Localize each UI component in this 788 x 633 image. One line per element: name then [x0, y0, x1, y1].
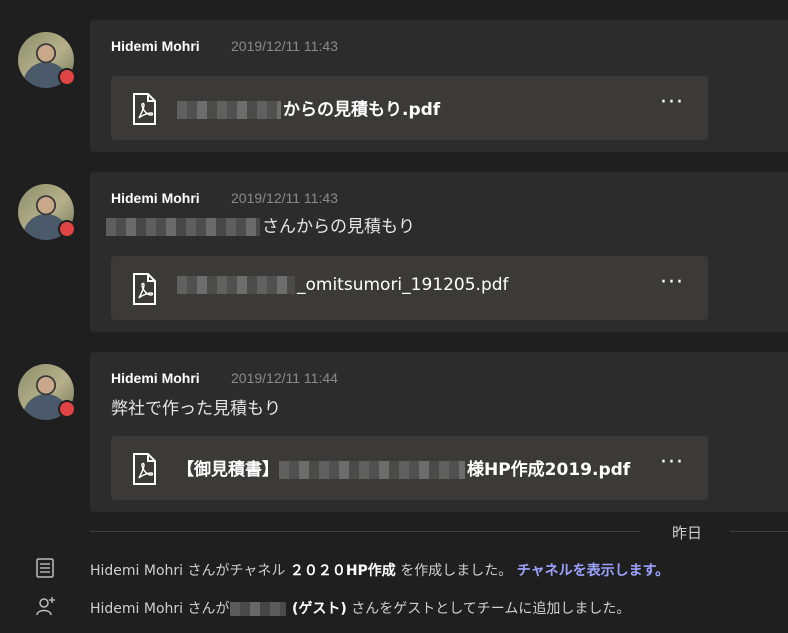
system-message-guest-added: Hidemi Mohri さんが (ゲスト) さんをゲストとしてチームに追加しま… [0, 591, 788, 621]
file-attachment[interactable]: 【御見積書】 様HP作成2019.pdf ··· [111, 436, 708, 500]
redacted-text [229, 602, 286, 616]
file-name[interactable]: からの見積もり.pdf [177, 95, 440, 120]
message-card: Hidemi Mohri 2019/12/11 11:43 さんからの見積もり … [90, 172, 788, 332]
presence-busy-icon [58, 68, 76, 86]
message-card: Hidemi Mohri 2019/12/11 11:43 からの見積もり.pd… [90, 20, 788, 152]
system-message-channel-created: Hidemi Mohri さんがチャネル ２０２０HP作成 を作成しました。 チ… [0, 553, 788, 583]
presence-busy-icon [58, 220, 76, 238]
author-name[interactable]: Hidemi Mohri [111, 190, 200, 206]
pdf-file-icon [133, 453, 156, 485]
message-text: 弊社で作った見積もり [111, 399, 281, 419]
more-options-button[interactable]: ··· [660, 270, 684, 295]
pdf-file-icon [133, 273, 156, 305]
file-attachment[interactable]: _omitsumori_191205.pdf ··· [111, 256, 708, 320]
timestamp: 2019/12/11 11:43 [231, 190, 338, 206]
redacted-text [177, 276, 295, 294]
date-divider-line [90, 531, 640, 532]
date-divider-line [730, 531, 788, 532]
file-name[interactable]: 【御見積書】 様HP作成2019.pdf [177, 455, 630, 480]
show-channel-link[interactable]: チャネルを表示します。 [517, 563, 669, 579]
redacted-text [106, 218, 260, 236]
timestamp: 2019/12/11 11:43 [231, 38, 338, 54]
avatar[interactable] [18, 364, 76, 420]
presence-busy-icon [58, 400, 76, 418]
more-options-button[interactable]: ··· [660, 450, 684, 475]
timestamp: 2019/12/11 11:44 [231, 370, 338, 386]
system-message-text: Hidemi Mohri さんがチャネル ２０２０HP作成 を作成しました。 チ… [90, 563, 670, 579]
redacted-text [279, 461, 465, 479]
more-options-button[interactable]: ··· [660, 90, 684, 115]
file-attachment[interactable]: からの見積もり.pdf ··· [111, 76, 708, 140]
avatar[interactable] [18, 184, 76, 240]
add-guest-icon [36, 597, 55, 616]
system-message-text: Hidemi Mohri さんが (ゲスト) さんをゲストとしてチームに追加しま… [90, 601, 631, 617]
date-divider-label: 昨日 [672, 524, 703, 542]
message-text: さんからの見積もり [106, 212, 415, 237]
message-card: Hidemi Mohri 2019/12/11 11:44 弊社で作った見積もり… [90, 352, 788, 512]
channel-icon [36, 558, 54, 578]
author-name[interactable]: Hidemi Mohri [111, 370, 200, 386]
avatar[interactable] [18, 32, 76, 88]
channel-name: ２０２０HP作成 [289, 563, 396, 579]
redacted-text [177, 101, 281, 119]
message-1: Hidemi Mohri 2019/12/11 11:43 からの見積もり.pd… [0, 20, 788, 152]
message-3: Hidemi Mohri 2019/12/11 11:44 弊社で作った見積もり… [0, 352, 788, 512]
author-name[interactable]: Hidemi Mohri [111, 38, 200, 54]
pdf-file-icon [133, 93, 156, 125]
file-name[interactable]: _omitsumori_191205.pdf [177, 275, 509, 295]
message-2: Hidemi Mohri 2019/12/11 11:43 さんからの見積もり … [0, 172, 788, 332]
